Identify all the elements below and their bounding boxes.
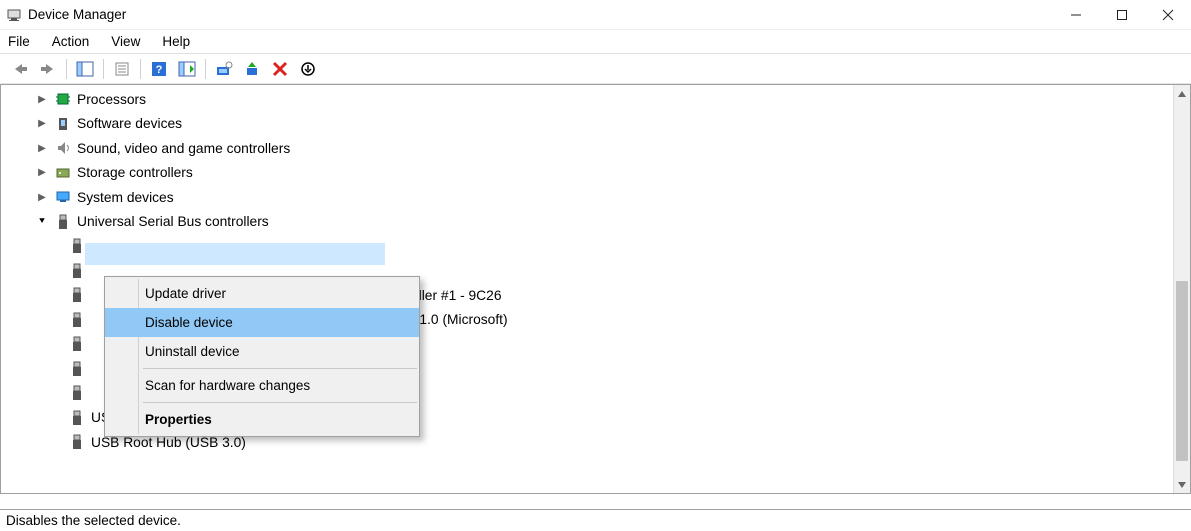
menu-view[interactable]: View [111, 34, 140, 49]
collapse-arrow-icon[interactable]: ⯆ [35, 216, 49, 227]
tree-category-processors[interactable]: ▶ Processors [5, 87, 1170, 112]
toolbar: ? [0, 54, 1191, 84]
context-menu-separator [143, 402, 417, 403]
tree-category-sound[interactable]: ▶ Sound, video and game controllers [5, 136, 1170, 161]
show-hide-console-tree-button[interactable] [73, 58, 97, 80]
usb-icon [53, 214, 73, 230]
minimize-button[interactable] [1053, 0, 1099, 30]
tree-label [91, 386, 95, 401]
toolbar-separator [205, 59, 206, 79]
scroll-down-icon[interactable] [1174, 476, 1190, 493]
maximize-button[interactable] [1099, 0, 1145, 30]
usb-device-icon [67, 312, 87, 328]
close-button[interactable] [1145, 0, 1191, 30]
update-driver-button[interactable] [212, 58, 236, 80]
tree-label: Software devices [77, 116, 182, 131]
statusbar: Disables the selected device. [0, 509, 1191, 531]
statusbar-text: Disables the selected device. [6, 513, 181, 528]
toolbar-separator [66, 59, 67, 79]
context-menu-properties[interactable]: Properties [105, 405, 419, 434]
help-button[interactable]: ? [147, 58, 171, 80]
system-icon [53, 189, 73, 205]
tree-item-usb-device-selected[interactable] [5, 234, 1170, 259]
svg-text:?: ? [156, 64, 163, 76]
tree-label: USB Root Hub (USB 3.0) [91, 435, 246, 450]
tree-category-storage[interactable]: ▶ Storage controllers [5, 161, 1170, 186]
context-menu-uninstall-device[interactable]: Uninstall device [105, 337, 419, 366]
disable-device-button[interactable] [296, 58, 320, 80]
context-menu-separator [143, 368, 417, 369]
window-title: Device Manager [28, 7, 1053, 22]
menubar: File Action View Help [0, 30, 1191, 54]
cpu-icon [53, 91, 73, 107]
usb-device-icon [67, 410, 87, 426]
menu-help[interactable]: Help [162, 34, 190, 49]
context-menu-scan-hardware[interactable]: Scan for hardware changes [105, 371, 419, 400]
context-menu-update-driver[interactable]: Update driver [105, 279, 419, 308]
tree-label [91, 337, 95, 352]
tree-label: Processors [77, 92, 146, 107]
usb-device-icon [67, 385, 87, 401]
usb-device-icon [67, 263, 87, 279]
toolbar-separator [140, 59, 141, 79]
context-menu-disable-device[interactable]: Disable device [105, 308, 419, 337]
usb-device-icon [67, 336, 87, 352]
software-device-icon [53, 116, 73, 132]
tree-label: Sound, video and game controllers [77, 141, 290, 156]
tree-label [91, 263, 95, 278]
tree-label: Universal Serial Bus controllers [77, 214, 269, 229]
expand-arrow-icon[interactable]: ▶ [35, 192, 49, 203]
sound-icon [53, 140, 73, 156]
tree-label [91, 361, 95, 376]
titlebar: Device Manager [0, 0, 1191, 30]
properties-button[interactable] [110, 58, 134, 80]
expand-arrow-icon[interactable]: ▶ [35, 167, 49, 178]
tree-label: Storage controllers [77, 165, 193, 180]
tree-category-usb[interactable]: ⯆ Universal Serial Bus controllers [5, 210, 1170, 235]
context-menu: Update driver Disable device Uninstall d… [104, 276, 420, 437]
uninstall-device-button[interactable] [268, 58, 292, 80]
vertical-scrollbar[interactable] [1173, 85, 1190, 493]
usb-device-icon [67, 434, 87, 450]
storage-icon [53, 165, 73, 181]
expand-arrow-icon[interactable]: ▶ [35, 94, 49, 105]
tree-label [91, 239, 95, 254]
scroll-thumb[interactable] [1176, 281, 1188, 461]
tree-label: System devices [77, 190, 174, 205]
device-manager-icon [6, 7, 22, 23]
menu-action[interactable]: Action [52, 34, 90, 49]
toolbar-separator [103, 59, 104, 79]
forward-button[interactable] [36, 58, 60, 80]
usb-device-icon [67, 287, 87, 303]
scan-hardware-button[interactable] [175, 58, 199, 80]
usb-device-icon [67, 361, 87, 377]
expand-arrow-icon[interactable]: ▶ [35, 143, 49, 154]
usb-device-icon [67, 238, 87, 254]
back-button[interactable] [8, 58, 32, 80]
enable-device-button[interactable] [240, 58, 264, 80]
window-controls [1053, 0, 1191, 30]
expand-arrow-icon[interactable]: ▶ [35, 118, 49, 129]
tree-category-system-devices[interactable]: ▶ System devices [5, 185, 1170, 210]
tree-category-software-devices[interactable]: ▶ Software devices [5, 112, 1170, 137]
scroll-up-icon[interactable] [1174, 85, 1190, 102]
menu-file[interactable]: File [8, 34, 30, 49]
